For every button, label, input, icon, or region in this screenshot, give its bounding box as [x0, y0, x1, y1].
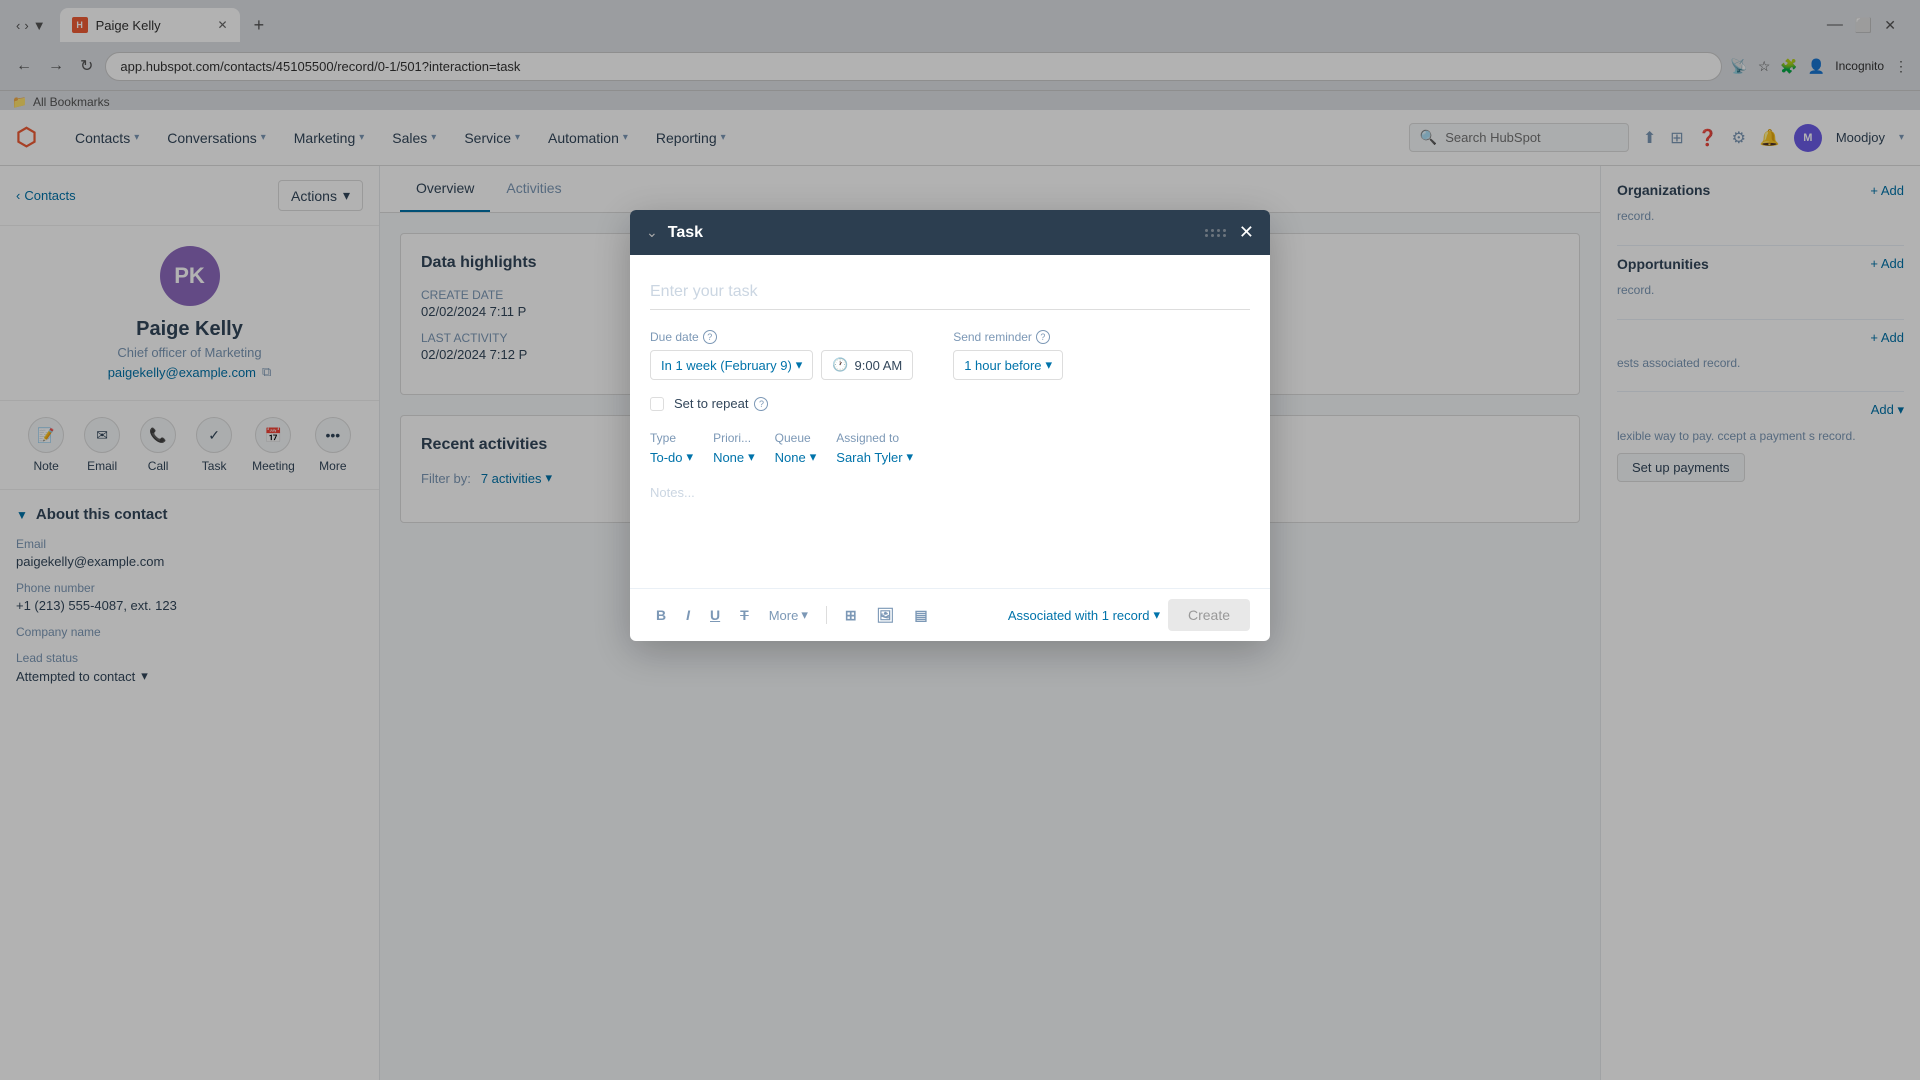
toolbar-left: B I U T More ▾ ⊞ 🖼 ▤ — [650, 603, 934, 628]
reminder-chevron-icon: ▾ — [1046, 357, 1053, 373]
priority-chevron-icon: ▾ — [748, 449, 755, 465]
image-icon-btn[interactable]: 🖼 — [871, 603, 901, 628]
associated-with-link[interactable]: Associated with 1 record ▾ — [1008, 607, 1160, 623]
more-formatting-btn[interactable]: More ▾ — [763, 603, 814, 627]
queue-chevron-icon: ▾ — [810, 449, 817, 465]
queue-field: Queue None ▾ — [775, 431, 817, 465]
reminder-group: Send reminder ? 1 hour before ▾ — [953, 330, 1063, 380]
assoc-chevron-icon: ▾ — [1153, 607, 1160, 623]
date-row: Due date ? In 1 week (February 9) ▾ 🕐 9:… — [650, 330, 1250, 380]
queue-select[interactable]: None ▾ — [775, 449, 817, 465]
modal-title: Task — [668, 224, 703, 242]
date-chevron-icon: ▾ — [796, 357, 803, 373]
reminder-label: Send reminder ? — [953, 330, 1063, 344]
italic-btn[interactable]: I — [680, 603, 696, 627]
notes-textarea[interactable] — [650, 485, 1250, 565]
table-icon-btn[interactable]: ⊞ — [839, 603, 863, 628]
task-fields: Type To-do ▾ Priori... None ▾ Queue None… — [650, 431, 1250, 465]
strikethrough-btn[interactable]: T — [734, 603, 755, 627]
priority-select[interactable]: None ▾ — [713, 449, 755, 465]
assigned-label: Assigned to — [836, 431, 913, 445]
more-chevron-icon: ▾ — [801, 607, 808, 623]
assigned-select[interactable]: Sarah Tyler ▾ — [836, 449, 913, 465]
divider-vertical — [826, 606, 827, 624]
repeat-info-icon[interactable]: ? — [754, 397, 768, 411]
reminder-btn[interactable]: 1 hour before ▾ — [953, 350, 1063, 380]
modal-toolbar: B I U T More ▾ ⊞ 🖼 ▤ Associated with 1 r… — [630, 588, 1270, 641]
type-field: Type To-do ▾ — [650, 431, 693, 465]
reminder-info-icon[interactable]: ? — [1036, 330, 1050, 344]
repeat-checkbox[interactable] — [650, 397, 664, 411]
modal-close-btn[interactable]: ✕ — [1239, 222, 1254, 243]
priority-label: Priori... — [713, 431, 755, 445]
due-date-label: Due date ? — [650, 330, 913, 344]
type-chevron-icon: ▾ — [687, 449, 694, 465]
queue-label: Queue — [775, 431, 817, 445]
assigned-chevron-icon: ▾ — [907, 449, 914, 465]
repeat-row: Set to repeat ? — [650, 396, 1250, 411]
date-selector: In 1 week (February 9) ▾ 🕐 9:00 AM — [650, 350, 913, 380]
toolbar-right: Associated with 1 record ▾ Create — [1008, 599, 1250, 631]
due-date-btn[interactable]: In 1 week (February 9) ▾ — [650, 350, 813, 380]
due-date-group: Due date ? In 1 week (February 9) ▾ 🕐 9:… — [650, 330, 913, 380]
list-icon-btn[interactable]: ▤ — [908, 603, 933, 628]
type-label: Type — [650, 431, 693, 445]
due-date-info-icon[interactable]: ? — [703, 330, 717, 344]
clock-icon: 🕐 — [832, 357, 848, 373]
bold-btn[interactable]: B — [650, 603, 672, 627]
time-btn[interactable]: 🕐 9:00 AM — [821, 350, 913, 380]
priority-field: Priori... None ▾ — [713, 431, 755, 465]
modal-header: ⌄ Task ✕ — [630, 210, 1270, 255]
modal-collapse-btn[interactable]: ⌄ — [646, 224, 658, 241]
drag-handle — [1205, 229, 1227, 237]
underline-btn[interactable]: U — [704, 603, 726, 627]
task-modal: ⌄ Task ✕ Due date ? — [630, 210, 1270, 641]
assigned-field: Assigned to Sarah Tyler ▾ — [836, 431, 913, 465]
modal-header-left: ⌄ Task — [646, 224, 703, 242]
type-select[interactable]: To-do ▾ — [650, 449, 693, 465]
task-title-input[interactable] — [650, 275, 1250, 310]
modal-body: Due date ? In 1 week (February 9) ▾ 🕐 9:… — [630, 255, 1270, 588]
create-task-btn[interactable]: Create — [1168, 599, 1250, 631]
repeat-label: Set to repeat ? — [674, 396, 768, 411]
